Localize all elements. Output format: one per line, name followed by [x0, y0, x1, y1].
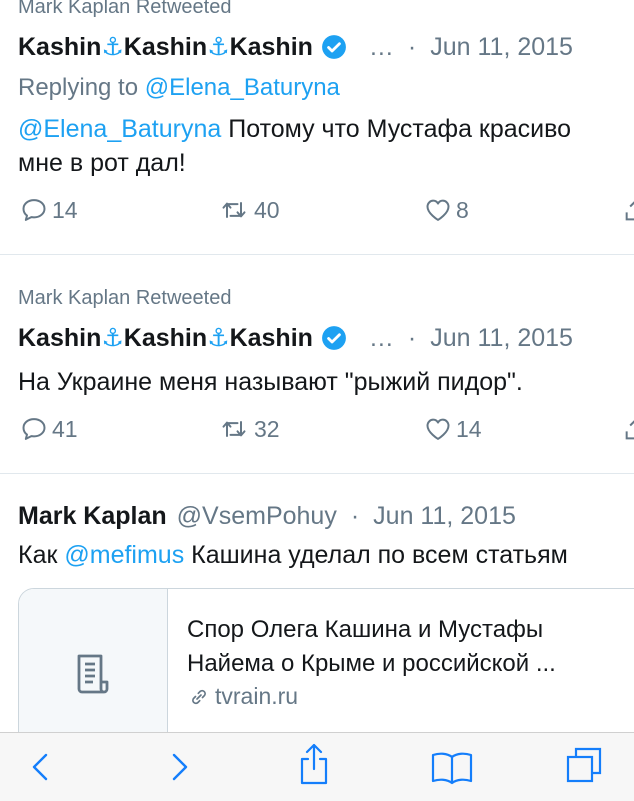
forward-arrow-icon[interactable] [164, 747, 194, 787]
retweet-icon [222, 421, 246, 437]
tweet-date[interactable]: Jun 11, 2015 [430, 324, 573, 353]
reply-count: 41 [52, 415, 78, 442]
reply-icon [22, 199, 46, 221]
author-name[interactable]: Kashin⚓Kashin⚓Kashin [18, 323, 313, 353]
mention-link[interactable]: @Elena_Baturyna [18, 115, 221, 143]
mention-link[interactable]: @mefimus [64, 541, 184, 569]
reply-count: 14 [52, 196, 78, 223]
like-count: 14 [456, 415, 482, 442]
like-button[interactable]: 8 [424, 196, 469, 224]
replying-label: Replying to [18, 74, 139, 101]
tweet-text: На Украине меня называют "рыжий пидор". [18, 368, 523, 396]
card-domain: tvrain.ru [187, 683, 298, 710]
tweet-2[interactable]: Mark Kaplan Retweeted Kashin⚓Kashin⚓Kash… [0, 255, 634, 473]
retweeted-by-label: Mark Kaplan Retweeted [18, 0, 232, 18]
bookmarks-icon[interactable] [428, 747, 476, 787]
card-domain-text: tvrain.ru [215, 683, 299, 709]
retweet-button[interactable]: 40 [218, 196, 280, 224]
separator-dot: · [350, 502, 360, 530]
tabs-icon[interactable] [562, 743, 606, 787]
verified-badge-icon [322, 35, 346, 59]
tweet-text-prefix: Как [18, 541, 65, 569]
separator-dot: · [407, 32, 417, 61]
heart-icon [426, 199, 450, 221]
share-tweet-icon [625, 420, 634, 440]
more-menu[interactable]: … [369, 324, 394, 353]
anchor-icon: ⚓ [101, 33, 124, 61]
reply-button[interactable]: 41 [20, 415, 78, 443]
card-title: Спор Олега Кашина и Мустафы Найема о Кры… [187, 616, 556, 677]
author-handle[interactable]: @VsemPohuy [177, 502, 337, 531]
replying-to: Replying to @Elena_Baturyna [18, 74, 340, 102]
verified-badge-icon [322, 326, 346, 350]
retweeted-by-label: Mark Kaplan Retweeted [18, 287, 232, 309]
back-arrow-icon[interactable] [26, 747, 56, 787]
document-icon [77, 654, 109, 694]
anchor-icon: ⚓ [207, 324, 230, 352]
share-tweet-button[interactable] [622, 415, 634, 443]
link-icon [192, 689, 206, 704]
tweet-1[interactable]: Mark Kaplan Retweeted Kashin⚓Kashin⚓Kash… [0, 0, 634, 254]
author-name-part: Kashin [123, 324, 208, 352]
tweet-text: Как @mefimus Кашина уделал по всем стать… [18, 538, 618, 572]
share-tweet-button[interactable] [622, 196, 634, 224]
anchor-icon: ⚓ [101, 324, 124, 352]
tweet-date[interactable]: Jun 11, 2015 [430, 33, 573, 62]
share-icon[interactable] [296, 741, 332, 787]
heart-icon [426, 418, 450, 440]
browser-toolbar [0, 732, 634, 801]
separator-dot: · [407, 323, 417, 352]
tweet-header: Kashin⚓Kashin⚓Kashin … · Jun 11, 2015 [18, 32, 573, 62]
anchor-icon: ⚓ [207, 33, 230, 61]
tweet-text: @Elena_Baturyna Потому что Мустафа краси… [18, 112, 618, 180]
retweet-button[interactable]: 32 [218, 415, 280, 443]
retweet-icon [222, 202, 246, 218]
author-name[interactable]: Kashin⚓Kashin⚓Kashin [18, 32, 313, 62]
tweet-header: Kashin⚓Kashin⚓Kashin … · Jun 11, 2015 [18, 323, 573, 353]
like-button[interactable]: 14 [424, 415, 482, 443]
retweet-count: 32 [254, 415, 280, 442]
author-name-part: Kashin [123, 33, 208, 61]
more-menu[interactable]: … [369, 33, 394, 62]
author-name[interactable]: Mark Kaplan [18, 502, 167, 531]
retweet-count: 40 [254, 196, 280, 223]
author-name-part: Kashin [229, 33, 313, 61]
share-tweet-icon [625, 201, 634, 221]
tweet-header: Mark Kaplan @VsemPohuy · Jun 11, 2015 [18, 502, 516, 531]
tweet-actions: 14 40 8 [0, 196, 634, 226]
reply-icon [22, 418, 46, 440]
author-name-part: Kashin [18, 324, 102, 352]
replying-handle-link[interactable]: @Elena_Baturyna [145, 74, 340, 101]
author-name-part: Kashin [229, 324, 313, 352]
tweet-date[interactable]: Jun 11, 2015 [373, 502, 516, 531]
tweet-text-suffix: Кашина уделал по всем статьям [184, 541, 568, 569]
tweet-actions: 41 32 14 [0, 415, 634, 445]
like-count: 8 [456, 196, 469, 223]
reply-button[interactable]: 14 [20, 196, 78, 224]
author-name-part: Kashin [18, 33, 102, 61]
